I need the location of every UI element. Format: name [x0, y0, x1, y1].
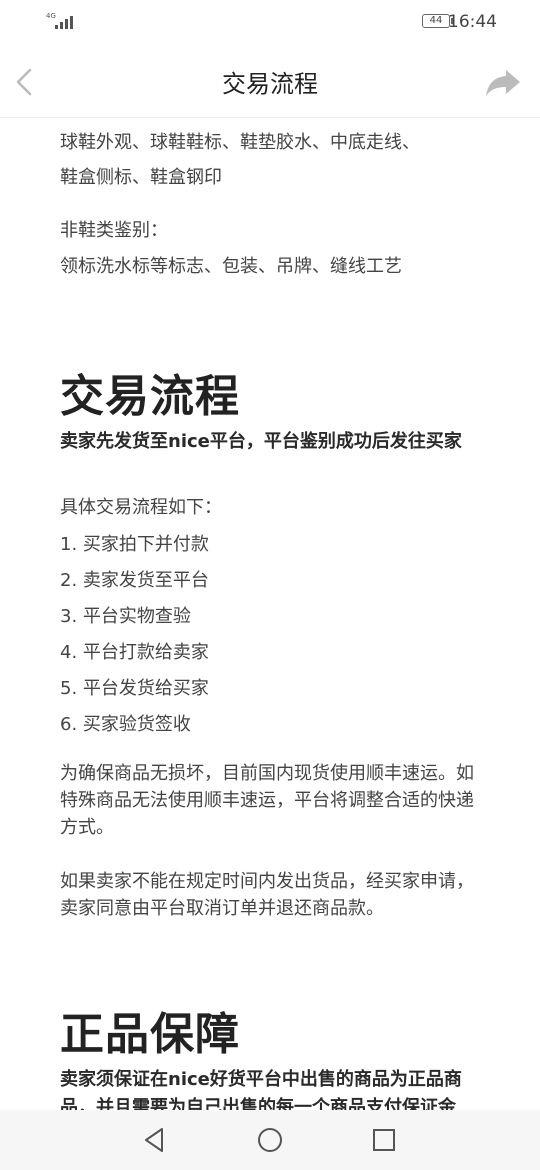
list-item: 2. 卖家发货至平台: [60, 570, 209, 591]
shoe-items-line-1: 球鞋外观、球鞋鞋标、鞋垫胶水、中底走线、: [60, 132, 420, 153]
nav-back-button[interactable]: [138, 1124, 170, 1156]
list-item: 5. 平台发货给买家: [60, 678, 209, 699]
list-item: 4. 平台打款给卖家: [60, 642, 209, 663]
screen: 4G 44 16:44 交易流程 球鞋外观、球鞋鞋标、鞋垫胶水、中底走线、 鞋盒…: [0, 0, 540, 1170]
battery-icon: 44: [422, 14, 454, 28]
guarantee-heading: 正品保障: [60, 1009, 240, 1060]
non-shoe-items: 领标洗水标等标志、包装、吊牌、缝线工艺: [60, 256, 402, 277]
nav-bar: 交易流程: [0, 44, 540, 118]
share-button[interactable]: [484, 62, 524, 102]
trade-heading: 交易流程: [60, 371, 240, 422]
trade-lead: 卖家先发货至nice平台，平台鉴别成功后发往买家: [60, 431, 462, 452]
shipping-note: 为确保商品无损坏，目前国内现货使用顺丰速运。如特殊商品无法使用顺丰速运，平台将调…: [60, 763, 474, 838]
circle-home-icon: [258, 1128, 282, 1152]
flow-intro: 具体交易流程如下：: [60, 497, 222, 518]
shoe-items-line-2: 鞋盒侧标、鞋盒钢印: [60, 167, 222, 188]
non-shoe-label: 非鞋类鉴别：: [60, 220, 168, 241]
signal-icon: 4G: [46, 13, 73, 29]
list-item: 3. 平台实物查验: [60, 606, 191, 627]
page-title: 交易流程: [222, 70, 318, 98]
share-arrow-icon: [486, 70, 520, 96]
square-recent-icon: [373, 1129, 395, 1151]
battery-level: 44: [429, 15, 443, 26]
system-navigation-bar: [0, 1110, 540, 1170]
list-item: 1. 买家拍下并付款: [60, 534, 209, 555]
guarantee-lead: 卖家须保证在nice好货平台中出售的商品为正品商品，并且需要为自己出售的每一个商…: [60, 1069, 462, 1110]
nav-recent-button[interactable]: [368, 1124, 400, 1156]
article-content: 球鞋外观、球鞋鞋标、鞋垫胶水、中底走线、 鞋盒侧标、鞋盒钢印 非鞋类鉴别： 领标…: [60, 118, 490, 1110]
steps-list: 1. 买家拍下并付款 2. 卖家发货至平台 3. 平台实物查验 4. 平台打款给…: [60, 527, 209, 743]
status-time: 16:44: [448, 12, 497, 32]
list-item: 6. 买家验货签收: [60, 714, 191, 735]
triangle-back-icon: [145, 1128, 163, 1152]
status-bar: 4G 44 16:44: [0, 0, 540, 44]
cancel-note: 如果卖家不能在规定时间内发出货品，经买家申请，卖家同意由平台取消订单并退还商品款…: [60, 871, 474, 919]
nav-home-button[interactable]: [254, 1124, 286, 1156]
